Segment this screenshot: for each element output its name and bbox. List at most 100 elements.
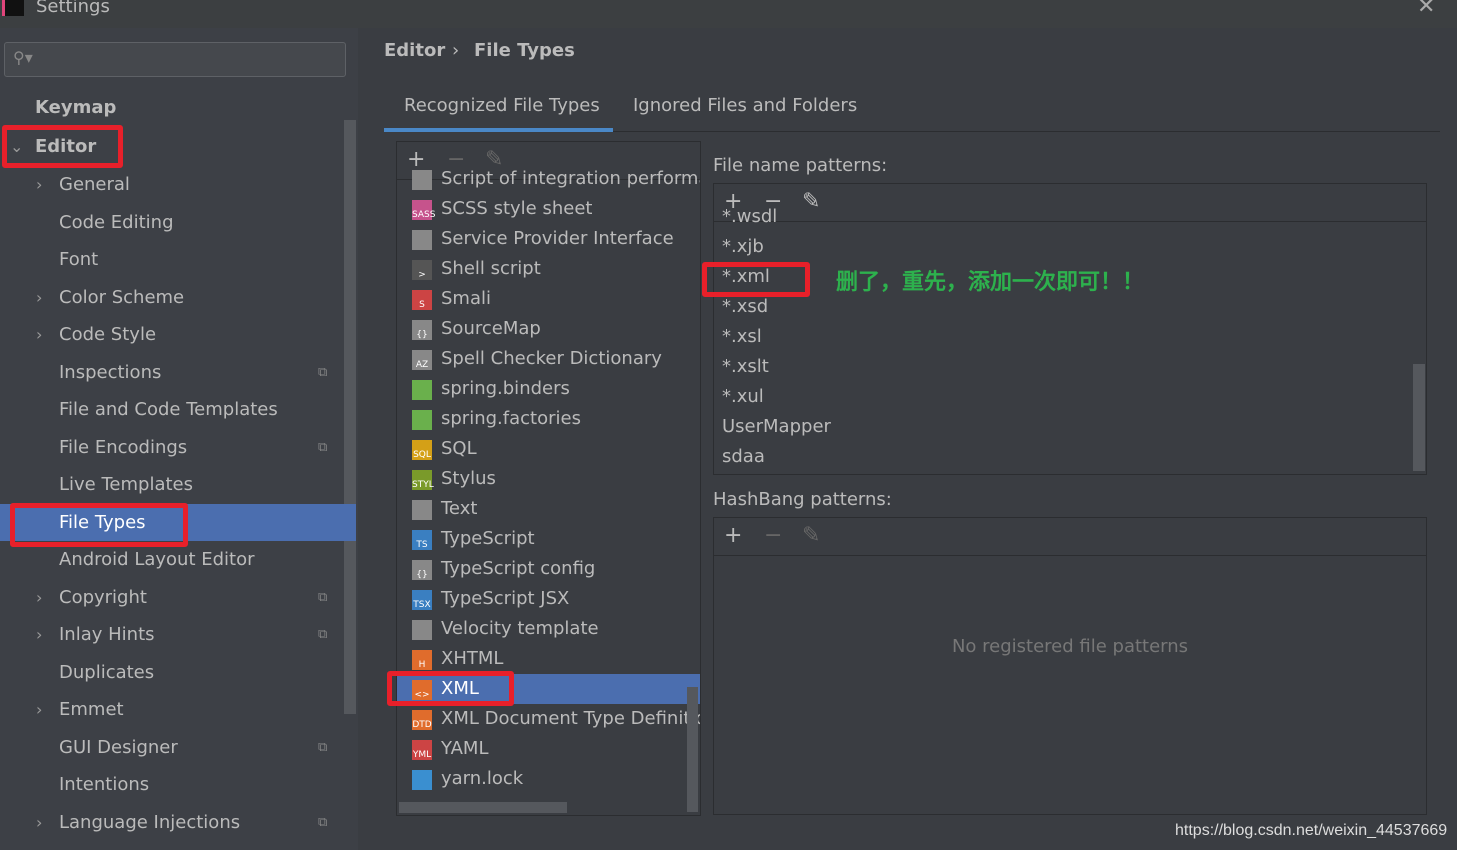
file-type-item[interactable]: Script of integration performa [397,164,700,194]
sidebar-item-label: Keymap [35,97,117,118]
file-type-icon: TSX [412,590,432,610]
file-type-item[interactable]: > Shell script [397,254,700,284]
file-type-item[interactable]: AZ Spell Checker Dictionary [397,344,700,374]
sidebar-item-label: Color Scheme [59,286,185,308]
empty-state-text: No registered file patterns [951,636,1189,657]
tab-ignored-files[interactable]: Ignored Files and Folders [633,95,857,116]
chevron-right-icon[interactable]: › [36,579,42,616]
intellij-logo-icon [2,0,24,16]
project-scope-icon: ⧉ [318,814,328,830]
pattern-item[interactable]: *.wsdl [722,206,777,227]
pattern-item[interactable]: *.xul [722,386,764,407]
file-type-label: TypeScript [441,528,535,549]
file-type-label: Spell Checker Dictionary [441,348,662,369]
file-type-label: SourceMap [441,318,541,339]
search-input[interactable]: ⚲▾ [4,42,346,77]
file-patterns-label: File name patterns: [713,155,888,176]
file-type-icon: > [412,260,432,280]
sidebar-item-label: Language Injections [59,811,241,833]
watermark: https://blog.csdn.net/weixin_44537669 [1175,822,1448,839]
sidebar-item[interactable]: › Copyright ⧉ [0,579,356,616]
file-type-item[interactable]: TS TypeScript [397,524,700,554]
file-types-hscrollbar[interactable] [399,802,567,813]
sidebar-item[interactable]: File and Code Templates [0,391,356,428]
sidebar-item[interactable]: Live Templates [0,466,356,503]
tab-recognized-file-types[interactable]: Recognized File Types [404,95,600,116]
patterns-scrollbar[interactable] [1413,364,1425,471]
sidebar-item[interactable]: File Encodings ⧉ [0,429,356,466]
chevron-right-icon[interactable]: › [36,691,42,728]
file-type-item[interactable]: Text [397,494,700,524]
close-icon[interactable]: ✕ [1417,0,1435,19]
file-type-icon [412,230,432,250]
sidebar-item[interactable]: Intentions [0,766,356,803]
file-type-item[interactable]: H XHTML [397,644,700,674]
file-type-label: XHTML [441,648,504,669]
project-scope-icon: ⧉ [318,739,328,755]
file-type-item[interactable]: Velocity template [397,614,700,644]
breadcrumb-parent[interactable]: Editor [384,40,445,61]
add-hashbang-icon[interactable]: + [724,523,742,548]
file-type-item[interactable]: spring.binders [397,374,700,404]
breadcrumb-current: File Types [474,40,575,61]
file-type-label: spring.factories [441,408,581,429]
pattern-item[interactable]: *.xsd [722,296,768,317]
remove-hashbang-icon[interactable]: − [764,523,782,548]
file-type-item[interactable]: spring.factories [397,404,700,434]
pattern-item[interactable]: UserMapper [722,416,831,437]
chevron-right-icon[interactable]: › [36,316,42,353]
annotation-text: 删了，重先，添加一次即可！！ [836,270,1145,295]
sidebar-item-label: File and Code Templates [59,399,278,420]
pattern-item[interactable]: sdaa [722,446,765,467]
sidebar-item[interactable]: › Code Style [0,316,356,353]
chevron-right-icon[interactable]: › [36,804,42,841]
file-type-item[interactable]: S Smali [397,284,700,314]
file-type-item[interactable]: SQL SQL [397,434,700,464]
patterns-toolbar: + − ✎ [714,184,1426,222]
file-type-item[interactable]: YML YAML [397,734,700,764]
file-type-item[interactable]: SASS SCSS style sheet [397,194,700,224]
file-type-item[interactable]: STYL Stylus [397,464,700,494]
file-type-item[interactable]: {} TypeScript config [397,554,700,584]
sidebar-item[interactable]: Keymap [0,89,356,126]
chevron-right-icon[interactable]: › [36,166,42,203]
sidebar-item[interactable]: Duplicates [0,654,356,691]
pattern-item[interactable]: *.xsl [722,326,762,347]
file-type-icon: STYL [412,470,434,490]
file-type-label: Stylus [441,468,496,489]
file-type-item[interactable]: DTD XML Document Type Definitio [397,704,700,734]
sidebar-item[interactable]: GUI Designer ⧉ [0,729,356,766]
chevron-right-icon[interactable]: › [36,616,42,653]
sidebar-item[interactable]: › General [0,166,356,203]
pattern-item[interactable]: *.xjb [722,236,764,257]
sidebar-item[interactable]: Inspections ⧉ [0,354,356,391]
file-type-icon [412,170,432,190]
sidebar-item[interactable]: › Language Injections ⧉ [0,804,356,841]
sidebar-item[interactable]: Font [0,241,356,278]
file-type-item[interactable]: Service Provider Interface [397,224,700,254]
sidebar-item-label: Live Templates [59,474,193,495]
sidebar-item-label: Inlay Hints [59,624,155,645]
file-type-item[interactable]: yarn.lock [397,764,700,794]
edit-pattern-icon[interactable]: ✎ [802,189,820,214]
sidebar-item-label: Duplicates [59,661,155,683]
file-type-icon: SQL [412,440,432,460]
file-type-label: Text [441,498,478,519]
file-type-icon: DTD [412,710,432,730]
sidebar-item[interactable]: › Emmet [0,691,356,728]
sidebar-item[interactable]: › Color Scheme [0,279,356,316]
file-type-item[interactable]: TSX TypeScript JSX [397,584,700,614]
pattern-item[interactable]: *.xslt [722,356,769,377]
chevron-right-icon[interactable]: › [36,279,42,316]
sidebar-item-label: File Encodings [59,436,188,458]
sidebar-item[interactable]: › Inlay Hints ⧉ [0,616,356,653]
file-type-item[interactable]: {} SourceMap [397,314,700,344]
sidebar-item[interactable]: Code Editing [0,204,356,241]
sidebar-item-label: Intentions [59,774,150,795]
file-types-vscrollbar[interactable] [687,687,698,812]
edit-hashbang-icon[interactable]: ✎ [802,523,820,548]
sidebar-item-label: GUI Designer [59,736,178,758]
highlight-box-file-types [10,503,188,547]
sidebar-item-label: General [59,174,130,195]
project-scope-icon: ⧉ [318,627,328,642]
